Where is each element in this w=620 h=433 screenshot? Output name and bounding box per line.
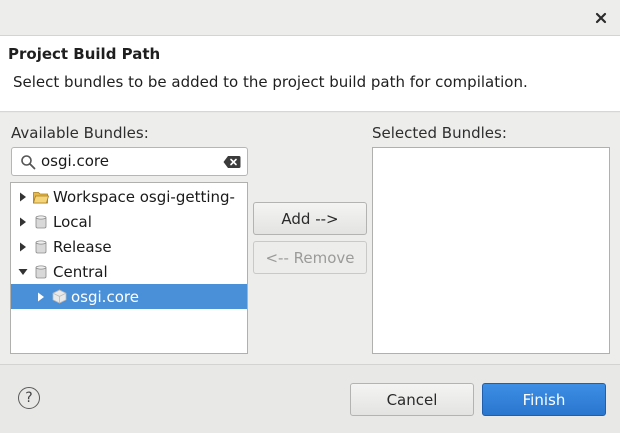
tree-item-workspace[interactable]: Workspace osgi-getting- [11,184,247,209]
cancel-button[interactable]: Cancel [350,383,474,416]
chevron-right-icon[interactable] [17,216,29,228]
tree-item-label: Local [53,212,92,231]
dialog-title: Project Build Path [8,45,161,63]
bundle-icon [51,289,67,305]
help-button[interactable]: ? [18,387,40,409]
chevron-right-icon[interactable] [17,191,29,203]
chevron-right-icon[interactable] [35,291,47,303]
tree-item-label: Workspace osgi-getting- [53,187,235,206]
search-icon [21,155,36,170]
clear-text-icon[interactable] [223,155,241,169]
dialog-description: Select bundles to be added to the projec… [13,73,528,91]
open-folder-icon [33,189,49,205]
close-button[interactable] [592,9,610,27]
tree-item-central[interactable]: Central [11,259,247,284]
repository-icon [33,264,49,280]
help-icon: ? [25,390,33,406]
chevron-down-icon[interactable] [17,266,29,278]
selected-bundles-list[interactable] [372,147,610,354]
dialog-header: Project Build Path Select bundles to be … [0,36,620,112]
tree-item-label: osgi.core [71,287,139,306]
available-bundles-label: Available Bundles: [11,124,149,142]
close-icon [595,12,607,24]
available-bundles-tree[interactable]: Workspace osgi-getting- Local Release Ce… [10,182,248,354]
tree-item-label: Release [53,237,112,256]
title-bar [0,0,620,36]
repository-icon [33,214,49,230]
add-button[interactable]: Add --> [253,202,367,235]
dialog-content: Available Bundles: Workspace osgi-gettin… [0,113,620,364]
bundle-search-field[interactable] [11,147,248,176]
search-input[interactable] [41,152,221,170]
repository-icon [33,239,49,255]
tree-item-release[interactable]: Release [11,234,247,259]
dialog-footer: ? Cancel Finish [0,364,620,433]
tree-item-label: Central [53,262,108,281]
finish-button[interactable]: Finish [482,383,606,416]
selected-bundles-label: Selected Bundles: [372,124,507,142]
tree-item-local[interactable]: Local [11,209,247,234]
tree-item-osgi-core[interactable]: osgi.core [11,284,247,309]
remove-button[interactable]: <-- Remove [253,241,367,274]
chevron-right-icon[interactable] [17,241,29,253]
